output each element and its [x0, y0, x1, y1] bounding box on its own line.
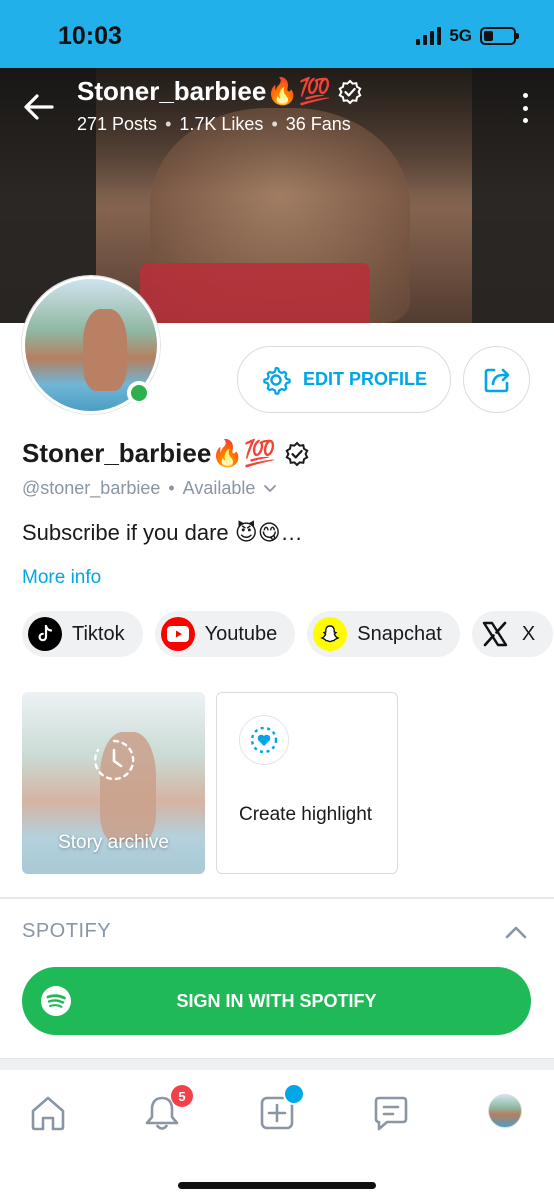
- create-highlight-card[interactable]: Create highlight: [216, 692, 398, 874]
- new-post-indicator: [283, 1083, 305, 1105]
- home-icon[interactable]: [28, 1093, 68, 1133]
- profile-handle-row: @stoner_barbiee • Available: [22, 478, 277, 499]
- spotify-sign-in-button[interactable]: SIGN IN WITH SPOTIFY: [22, 967, 531, 1035]
- story-archive-label: Story archive: [58, 832, 169, 853]
- header-name: Stoner_barbiee🔥💯: [77, 76, 363, 107]
- signal-icon: [416, 27, 442, 45]
- profile-tab-avatar[interactable]: [488, 1094, 522, 1128]
- status-bar: 10:03 5G: [0, 0, 554, 68]
- more-options-icon[interactable]: [518, 93, 532, 123]
- posts-count[interactable]: 271 Posts: [77, 114, 157, 134]
- gear-icon: [263, 366, 291, 395]
- social-links: Tiktok Youtube Snapchat X: [22, 611, 554, 657]
- x-icon: [478, 617, 512, 651]
- social-chip-label: Tiktok: [72, 622, 125, 645]
- battery-icon: [480, 27, 519, 45]
- tiktok-icon: [28, 617, 62, 651]
- spotify-button-label: SIGN IN WITH SPOTIFY: [176, 990, 377, 1011]
- social-chip-tiktok[interactable]: Tiktok: [22, 611, 143, 657]
- edit-profile-button[interactable]: EDIT PROFILE: [237, 346, 451, 413]
- profile-name: Stoner_barbiee🔥💯: [22, 438, 310, 469]
- social-chip-label: X: [521, 622, 536, 645]
- section-divider: [0, 897, 554, 899]
- youtube-icon: [160, 617, 195, 651]
- profile-name-text: Stoner_barbiee🔥💯: [22, 438, 277, 468]
- social-chip-label: Snapchat: [357, 622, 442, 645]
- highlight-heart-icon: [239, 715, 289, 765]
- notifications-badge: 5: [171, 1085, 193, 1107]
- social-chip-x[interactable]: X: [471, 611, 554, 657]
- profile-bio: Subscribe if you dare 😈😋…: [22, 520, 303, 545]
- snapchat-icon: [313, 617, 348, 651]
- story-archive-card[interactable]: Story archive: [22, 692, 205, 874]
- profile-handle: @stoner_barbiee: [22, 478, 161, 498]
- bottom-tab-bar: [0, 1071, 554, 1200]
- verified-icon: [338, 79, 362, 104]
- fans-count[interactable]: 36 Fans: [286, 114, 351, 134]
- header-stats: 271 Posts • 1.7K Likes • 36 Fans: [77, 114, 351, 134]
- share-icon: [484, 368, 509, 392]
- edit-profile-label: EDIT PROFILE: [302, 369, 427, 389]
- chevron-down-icon[interactable]: [263, 484, 277, 494]
- availability-status[interactable]: Available: [183, 478, 256, 499]
- messages-icon[interactable]: [371, 1093, 411, 1133]
- verified-icon: [285, 441, 309, 466]
- header-name-text: Stoner_barbiee🔥💯: [77, 76, 332, 106]
- more-info-link[interactable]: More info: [22, 567, 101, 589]
- social-chip-snapchat[interactable]: Snapchat: [307, 611, 460, 657]
- story-archive-icon: [93, 739, 134, 781]
- create-highlight-label: Create highlight: [239, 804, 373, 825]
- social-chip-label: Youtube: [204, 622, 278, 645]
- section-divider: [0, 1058, 554, 1070]
- status-indicators: 5G: [416, 26, 519, 46]
- spotify-section-title: SPOTIFY: [22, 920, 112, 942]
- social-chip-youtube[interactable]: Youtube: [154, 611, 296, 657]
- network-label: 5G: [449, 26, 472, 45]
- likes-count[interactable]: 1.7K Likes: [179, 114, 263, 134]
- spotify-icon: [41, 986, 71, 1016]
- online-status-dot: [127, 381, 151, 405]
- chevron-up-icon[interactable]: [504, 922, 528, 942]
- back-arrow-icon[interactable]: [22, 90, 56, 124]
- home-indicator: [178, 1182, 376, 1189]
- share-button[interactable]: [463, 346, 530, 413]
- status-time: 10:03: [58, 22, 122, 50]
